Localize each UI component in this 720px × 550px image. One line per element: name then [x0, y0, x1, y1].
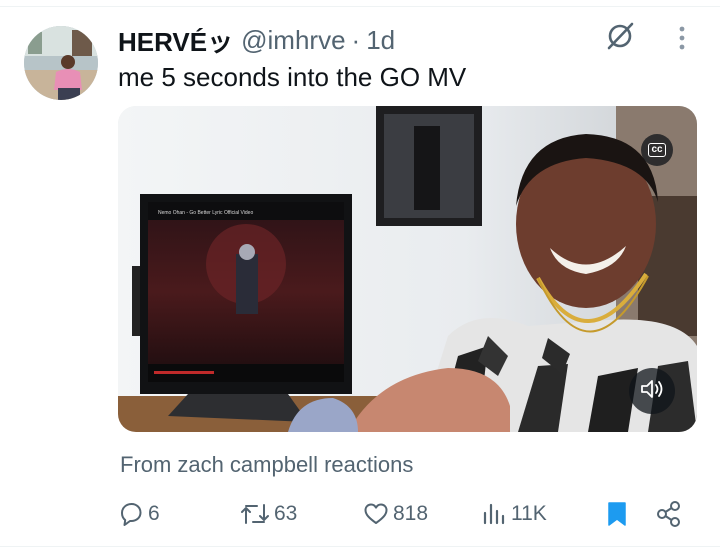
top-divider: [0, 6, 720, 7]
video-frame: Nemo Ohan - Go Better Lyric Official Vid…: [118, 106, 697, 432]
grok-button[interactable]: [604, 22, 636, 54]
repost-icon: [240, 501, 270, 527]
views-icon: [481, 501, 507, 527]
timestamp[interactable]: 1d: [366, 25, 395, 56]
volume-icon: [639, 378, 665, 405]
views-button[interactable]: 11K: [481, 496, 547, 532]
separator-dot: ·: [351, 24, 361, 55]
view-count: 11K: [511, 502, 547, 525]
avatar[interactable]: [24, 26, 98, 100]
bookmark-button[interactable]: [605, 496, 629, 532]
share-icon: [655, 500, 683, 528]
display-name[interactable]: HERVÉッ: [118, 22, 233, 59]
name-emoji: ッ: [207, 26, 234, 57]
more-button[interactable]: [668, 24, 696, 56]
reply-button[interactable]: 6: [118, 496, 160, 532]
bottom-divider: [0, 546, 720, 547]
tweet[interactable]: HERVÉッ @imhrve · 1d me 5 seconds into th…: [0, 0, 720, 550]
repost-count: 63: [274, 502, 298, 525]
like-icon: [363, 501, 389, 527]
repost-button[interactable]: 63: [240, 496, 297, 532]
video-attribution: From zach campbell reactions: [120, 452, 413, 478]
tweet-header: HERVÉッ @imhrve · 1d: [118, 22, 395, 58]
tv-video-title: Nemo Ohan - Go Better Lyric Official Vid…: [158, 210, 253, 216]
share-button[interactable]: [655, 496, 683, 532]
action-bar: 6 63 818 11K: [118, 496, 697, 532]
more-icon: [678, 25, 686, 56]
handle[interactable]: @imhrve: [241, 25, 345, 56]
tweet-text: me 5 seconds into the GO MV: [118, 62, 467, 92]
like-count: 818: [393, 502, 429, 525]
captions-button[interactable]: cc: [641, 134, 673, 166]
attribution-prefix: From: [120, 452, 172, 477]
volume-button[interactable]: [629, 368, 675, 414]
video-player[interactable]: Nemo Ohan - Go Better Lyric Official Vid…: [118, 106, 697, 432]
reply-count: 6: [148, 502, 160, 525]
reply-icon: [118, 501, 144, 527]
bookmark-icon: [605, 500, 629, 528]
cc-icon: cc: [648, 143, 666, 157]
grok-icon: [605, 21, 635, 56]
like-button[interactable]: 818: [363, 496, 428, 532]
attribution-source-link[interactable]: zach campbell reactions: [177, 452, 413, 477]
